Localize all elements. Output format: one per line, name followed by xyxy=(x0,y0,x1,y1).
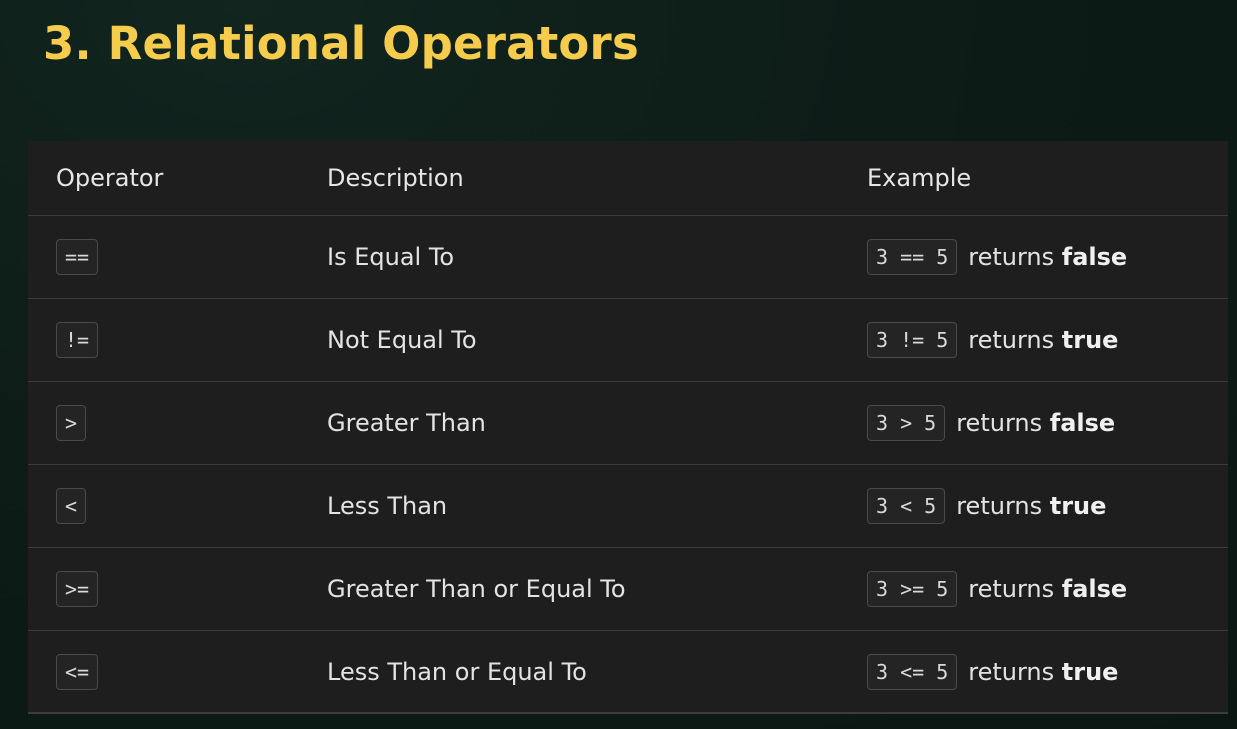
header-example: Example xyxy=(867,164,972,192)
example-prefix: returns xyxy=(956,409,1043,437)
table-row: < Less Than 3 < 5 returns true xyxy=(28,465,1228,548)
example-code: 3 <= 5 xyxy=(867,653,958,690)
example-text: returns true xyxy=(956,492,1106,520)
example-cell: 3 == 5 returns false xyxy=(864,239,1228,275)
example-cell: 3 < 5 returns true xyxy=(864,488,1228,524)
example-prefix: returns xyxy=(956,492,1043,520)
example-result: false xyxy=(1049,409,1116,437)
operator-code: != xyxy=(56,322,99,358)
example-prefix: returns xyxy=(968,657,1055,686)
table-row: <= Less Than or Equal To 3 <= 5 returns … xyxy=(28,631,1228,714)
example-prefix: returns xyxy=(968,326,1055,354)
operator-cell: <= xyxy=(28,653,327,690)
slide-title: 3. Relational Operators xyxy=(43,17,639,70)
example-prefix: returns xyxy=(968,575,1055,603)
operator-cell: >= xyxy=(28,571,327,607)
operator-code: > xyxy=(56,405,87,441)
description-cell: Less Than xyxy=(327,492,448,520)
table-header-row: Operator Description Example xyxy=(28,141,1228,216)
example-result: true xyxy=(1061,657,1119,686)
operators-table: Operator Description Example == Is Equal… xyxy=(28,141,1228,714)
example-code: 3 < 5 xyxy=(867,488,946,524)
example-text: returns true xyxy=(968,326,1118,354)
example-text: returns false xyxy=(956,409,1115,437)
header-operator: Operator xyxy=(56,164,164,192)
header-description: Description xyxy=(327,164,464,192)
description-cell: Less Than or Equal To xyxy=(327,657,587,686)
table-row: == Is Equal To 3 == 5 returns false xyxy=(28,216,1228,299)
example-cell: 3 >= 5 returns false xyxy=(864,571,1228,607)
description-cell: Greater Than xyxy=(327,409,486,437)
operator-code: <= xyxy=(56,653,99,690)
example-cell: 3 > 5 returns false xyxy=(864,405,1228,441)
description-cell: Not Equal To xyxy=(327,326,477,354)
operator-cell: > xyxy=(28,405,327,441)
table-row: != Not Equal To 3 != 5 returns true xyxy=(28,299,1228,382)
description-cell: Greater Than or Equal To xyxy=(327,575,626,603)
example-result: true xyxy=(1049,492,1107,520)
description-cell: Is Equal To xyxy=(327,243,455,271)
operator-cell: < xyxy=(28,488,327,524)
example-result: false xyxy=(1061,575,1128,603)
operator-code: >= xyxy=(56,571,99,607)
example-cell: 3 != 5 returns true xyxy=(864,322,1228,358)
example-prefix: returns xyxy=(968,243,1055,271)
operator-code: < xyxy=(56,488,87,524)
example-result: false xyxy=(1061,243,1128,271)
example-text: returns false xyxy=(968,243,1127,271)
example-code: 3 != 5 xyxy=(867,322,958,358)
operator-cell: == xyxy=(28,239,327,275)
operator-cell: != xyxy=(28,322,327,358)
example-text: returns true xyxy=(968,658,1118,686)
table-row: >= Greater Than or Equal To 3 >= 5 retur… xyxy=(28,548,1228,631)
table-row: > Greater Than 3 > 5 returns false xyxy=(28,382,1228,465)
example-code: 3 >= 5 xyxy=(867,571,958,607)
example-code: 3 > 5 xyxy=(867,405,946,441)
example-text: returns false xyxy=(968,575,1127,603)
operator-code: == xyxy=(56,239,99,275)
example-result: true xyxy=(1061,326,1119,354)
example-cell: 3 <= 5 returns true xyxy=(864,653,1228,690)
example-code: 3 == 5 xyxy=(867,239,958,275)
